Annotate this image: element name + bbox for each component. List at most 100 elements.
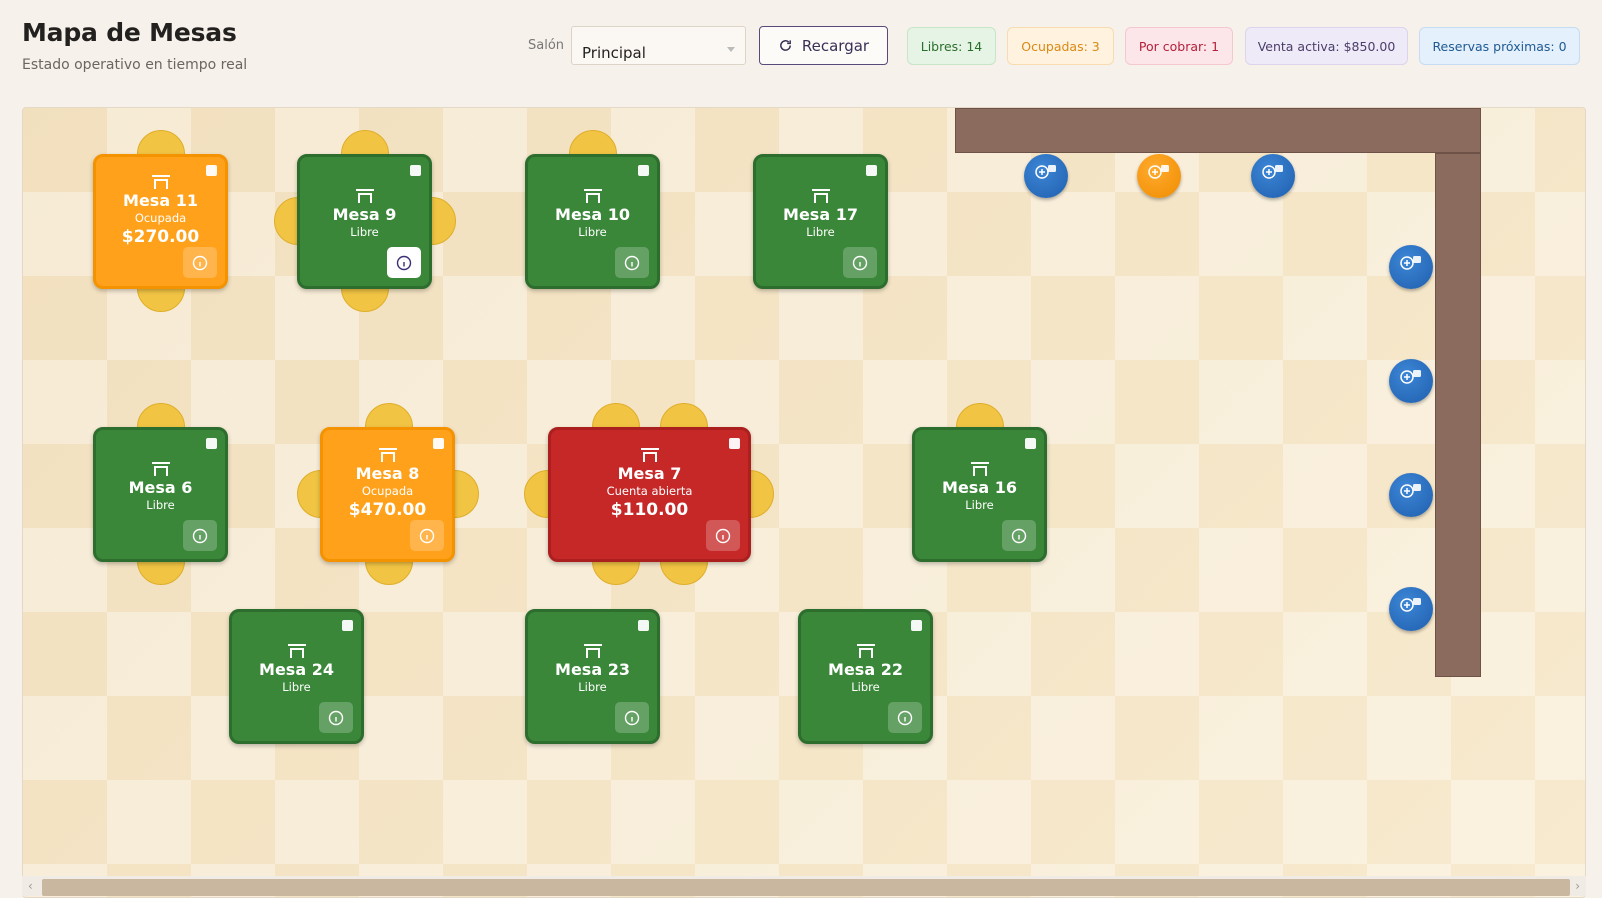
table-name: Mesa 16 — [942, 478, 1017, 497]
check-icon[interactable] — [729, 438, 740, 449]
info-button[interactable] — [410, 520, 444, 551]
table-mesa-16[interactable]: Mesa 16 Libre — [912, 427, 1047, 562]
table-mesa-11[interactable]: Mesa 11 Ocupada $270.00 — [93, 154, 228, 289]
table-amount: $110.00 — [610, 500, 689, 520]
check-icon[interactable] — [1025, 438, 1036, 449]
info-button[interactable] — [319, 702, 353, 733]
table-name: Mesa 9 — [332, 205, 397, 224]
check-icon[interactable] — [638, 620, 649, 631]
bar-stool[interactable] — [1137, 154, 1181, 198]
check-icon[interactable] — [911, 620, 922, 631]
info-icon — [897, 710, 913, 725]
table-name: Mesa 24 — [259, 660, 334, 679]
table-icon — [355, 189, 374, 203]
table-name: Mesa 7 — [617, 464, 682, 483]
info-icon — [715, 528, 731, 543]
table-mesa-7[interactable]: Mesa 7 Cuenta abierta $110.00 — [548, 427, 751, 562]
badge-reservas: Reservas próximas: 0 — [1419, 27, 1580, 65]
check-icon[interactable] — [342, 620, 353, 631]
check-icon[interactable] — [433, 438, 444, 449]
badge-libres: Libres: 14 — [907, 27, 996, 65]
info-icon — [192, 528, 208, 543]
info-icon — [1011, 528, 1027, 543]
badge-por-cobrar: Por cobrar: 1 — [1125, 27, 1233, 65]
bar-stool[interactable] — [1389, 473, 1433, 517]
page-title: Mapa de Mesas — [22, 18, 237, 47]
table-mesa-10[interactable]: Mesa 10 Libre — [525, 154, 660, 289]
bar-stool-icon — [1400, 484, 1421, 498]
bar-stool[interactable] — [1389, 359, 1433, 403]
info-icon — [419, 528, 435, 543]
table-mesa-9[interactable]: Mesa 9 Libre — [297, 154, 432, 289]
check-icon[interactable] — [206, 165, 217, 176]
bar-counter-top — [955, 108, 1481, 153]
info-button[interactable] — [387, 247, 421, 278]
table-name: Mesa 17 — [783, 205, 858, 224]
table-icon — [970, 462, 989, 476]
table-state: Libre — [578, 680, 607, 694]
bar-stool-icon — [1148, 165, 1169, 179]
table-icon — [583, 644, 602, 658]
info-icon — [624, 255, 640, 270]
table-icon — [640, 448, 659, 462]
table-state: Libre — [146, 498, 175, 512]
table-mesa-8[interactable]: Mesa 8 Ocupada $470.00 — [320, 427, 455, 562]
refresh-icon — [779, 40, 791, 51]
bar-stool-icon — [1400, 256, 1421, 270]
bar-stool[interactable] — [1389, 587, 1433, 631]
info-button[interactable] — [706, 520, 740, 551]
chevron-down-icon — [727, 47, 735, 52]
table-icon — [856, 644, 875, 658]
page-subtitle: Estado operativo en tiempo real — [22, 57, 248, 73]
table-name: Mesa 22 — [828, 660, 903, 679]
check-icon[interactable] — [638, 165, 649, 176]
info-icon — [396, 255, 412, 270]
bar-stool[interactable] — [1389, 245, 1433, 289]
table-icon — [151, 175, 170, 189]
check-icon[interactable] — [206, 438, 217, 449]
info-button[interactable] — [615, 247, 649, 278]
table-state: Libre — [851, 680, 880, 694]
table-icon — [583, 189, 602, 203]
table-name: Mesa 6 — [128, 478, 193, 497]
horizontal-scrollbar[interactable]: ‹ › — [22, 876, 1586, 896]
bar-stool[interactable] — [1251, 154, 1295, 198]
check-icon[interactable] — [410, 165, 421, 176]
bar-stool-icon — [1400, 370, 1421, 384]
table-mesa-6[interactable]: Mesa 6 Libre — [93, 427, 228, 562]
table-state: Libre — [350, 225, 379, 239]
scroll-left-icon[interactable]: ‹ — [28, 879, 33, 893]
salon-select[interactable]: Principal — [571, 26, 746, 65]
reload-button[interactable]: Recargar — [759, 26, 888, 65]
info-button[interactable] — [888, 702, 922, 733]
table-mesa-23[interactable]: Mesa 23 Libre — [525, 609, 660, 744]
info-button[interactable] — [183, 247, 217, 278]
info-icon — [852, 255, 868, 270]
scroll-right-icon[interactable]: › — [1575, 879, 1580, 893]
reload-label: Recargar — [801, 36, 870, 55]
table-name: Mesa 8 — [355, 464, 420, 483]
bar-stool-icon — [1262, 165, 1283, 179]
scrollbar-thumb[interactable] — [42, 879, 1570, 896]
table-amount: $270.00 — [121, 227, 200, 247]
badge-venta-activa: Venta activa: $850.00 — [1245, 27, 1408, 65]
table-state: Libre — [578, 225, 607, 239]
info-button[interactable] — [1002, 520, 1036, 551]
info-icon — [328, 710, 344, 725]
info-button[interactable] — [615, 702, 649, 733]
table-state: Cuenta abierta — [606, 484, 693, 498]
table-mesa-24[interactable]: Mesa 24 Libre — [229, 609, 364, 744]
table-mesa-22[interactable]: Mesa 22 Libre — [798, 609, 933, 744]
table-name: Mesa 11 — [123, 191, 198, 210]
table-state: Libre — [965, 498, 994, 512]
info-button[interactable] — [183, 520, 217, 551]
table-mesa-17[interactable]: Mesa 17 Libre — [753, 154, 888, 289]
table-icon — [378, 448, 397, 462]
badge-ocupadas: Ocupadas: 3 — [1007, 27, 1114, 65]
table-state: Ocupada — [361, 484, 414, 498]
table-state: Libre — [806, 225, 835, 239]
bar-stool[interactable] — [1024, 154, 1068, 198]
check-icon[interactable] — [866, 165, 877, 176]
info-button[interactable] — [843, 247, 877, 278]
info-icon — [624, 710, 640, 725]
